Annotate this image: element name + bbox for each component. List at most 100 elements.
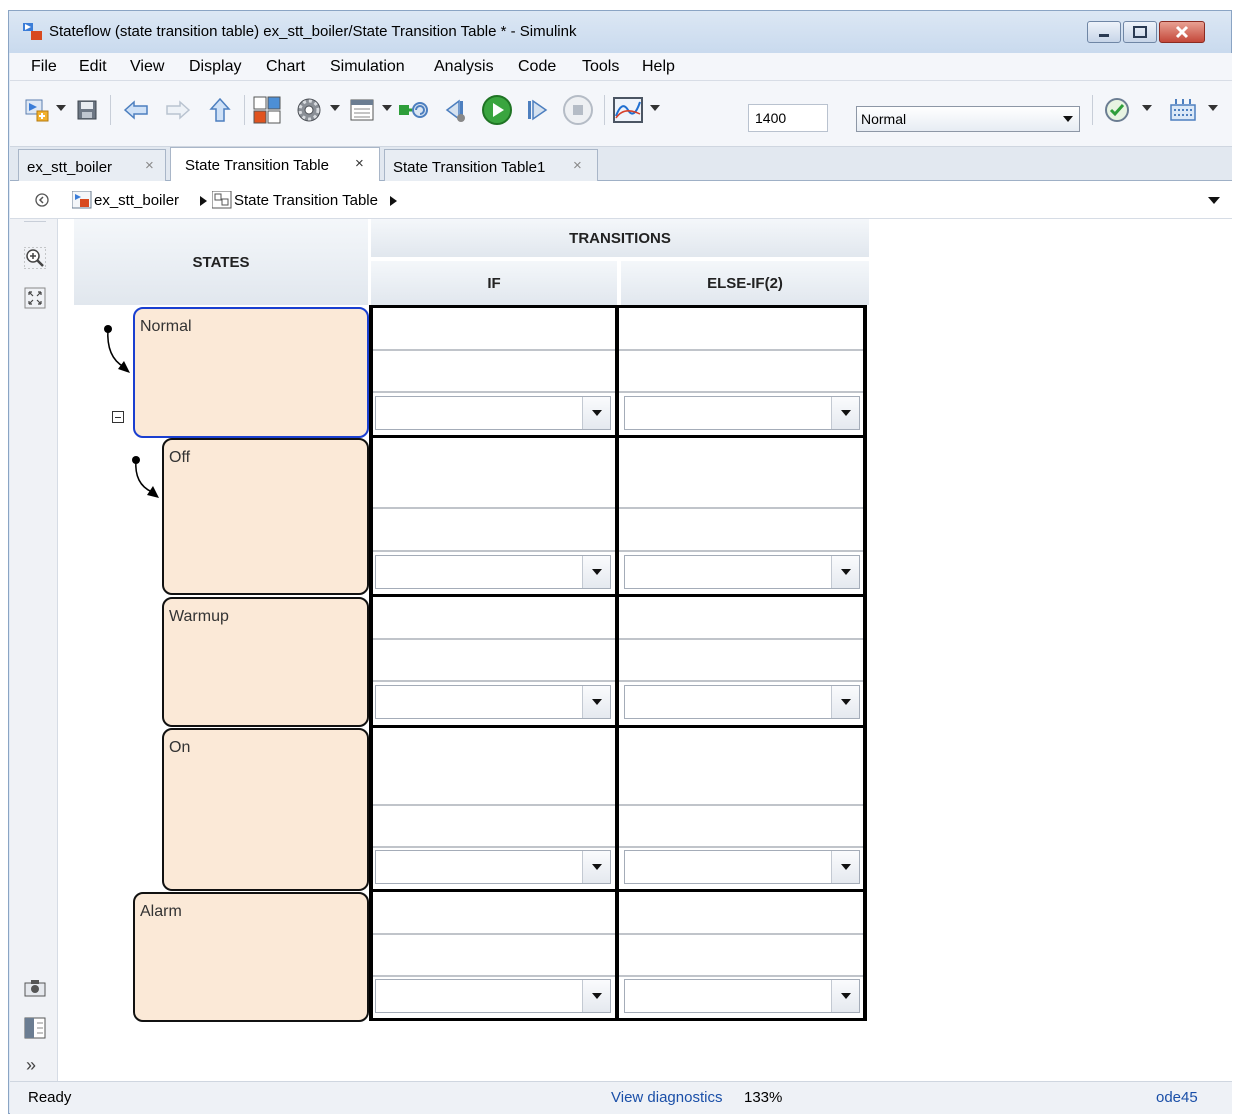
- apps-dropdown-icon[interactable]: [1208, 105, 1218, 111]
- table-border: [615, 305, 619, 1021]
- chevron-right-icon: [200, 196, 207, 206]
- table-border: [369, 305, 373, 1021]
- close-button[interactable]: [1159, 21, 1205, 43]
- maximize-button[interactable]: [1123, 21, 1157, 43]
- menu-edit[interactable]: Edit: [79, 58, 107, 76]
- fit-to-view-icon[interactable]: [24, 287, 46, 313]
- explorer-dropdown-icon[interactable]: [382, 105, 392, 111]
- close-icon[interactable]: ×: [355, 155, 364, 172]
- tab-label: State Transition Table1: [393, 159, 546, 176]
- stop-time-input[interactable]: 1400: [748, 104, 828, 132]
- if-destination-select[interactable]: [375, 555, 611, 589]
- run-icon[interactable]: [478, 93, 516, 127]
- state-normal[interactable]: Normal: [133, 307, 369, 438]
- state-alarm[interactable]: Alarm: [133, 892, 369, 1022]
- table-border: [371, 889, 867, 892]
- library-browser-icon[interactable]: [250, 93, 284, 127]
- chart-icon: [211, 190, 232, 213]
- menu-code[interactable]: Code: [518, 58, 556, 76]
- chevron-down-icon[interactable]: [1208, 197, 1220, 204]
- scope-icon[interactable]: [610, 93, 646, 127]
- title-bar: Stateflow (state transition table) ex_st…: [9, 11, 1231, 53]
- tab-state-transition-table[interactable]: State Transition Table ×: [170, 147, 380, 182]
- tab-label: ex_stt_boiler: [27, 159, 113, 176]
- check-dropdown-icon[interactable]: [1142, 105, 1152, 111]
- menu-file[interactable]: File: [31, 58, 57, 76]
- menu-view[interactable]: View: [130, 58, 164, 76]
- elseif-destination-select[interactable]: [624, 850, 860, 884]
- expand-palette-icon[interactable]: »: [26, 1055, 36, 1076]
- menu-display[interactable]: Display: [189, 58, 241, 76]
- tab-state-transition-table1[interactable]: State Transition Table1 ×: [384, 149, 598, 181]
- check-icon[interactable]: [1100, 93, 1134, 127]
- solver-link[interactable]: ode45: [1156, 1089, 1198, 1106]
- state-on[interactable]: On: [162, 728, 369, 891]
- menu-tools[interactable]: Tools: [582, 58, 619, 76]
- if-destination-select[interactable]: [375, 396, 611, 430]
- up-icon[interactable]: [202, 93, 238, 127]
- save-icon[interactable]: [72, 93, 102, 127]
- breadcrumb-item-model[interactable]: ex_stt_boiler: [94, 192, 179, 209]
- back-icon[interactable]: [118, 93, 154, 127]
- tab-ex-stt-boiler[interactable]: ex_stt_boiler ×: [18, 149, 166, 181]
- model-explorer-icon[interactable]: [346, 93, 378, 127]
- menu-help[interactable]: Help: [642, 58, 675, 76]
- menu-simulation[interactable]: Simulation: [330, 58, 405, 76]
- window-title: Stateflow (state transition table) ex_st…: [49, 23, 577, 40]
- states-header: STATES: [74, 219, 368, 305]
- menu-analysis[interactable]: Analysis: [434, 58, 494, 76]
- state-label: On: [169, 739, 191, 756]
- state-off[interactable]: Off: [162, 438, 369, 595]
- simulink-app-icon: [23, 23, 43, 41]
- new-model-icon[interactable]: [22, 93, 52, 127]
- zoom-level: 133%: [744, 1089, 783, 1106]
- chevron-down-icon: [582, 556, 610, 588]
- default-transition-arrow: [132, 456, 159, 498]
- model-browser-icon[interactable]: [24, 1017, 46, 1043]
- state-transition-table: STATES TRANSITIONS IF ELSE-IF(2) Normal …: [58, 219, 1232, 1081]
- default-transition-arrow: [104, 325, 130, 373]
- stop-icon[interactable]: [560, 93, 596, 127]
- if-column-header: IF: [371, 261, 617, 305]
- config-dropdown-icon[interactable]: [330, 105, 340, 111]
- zoom-icon[interactable]: [23, 246, 47, 273]
- chevron-down-icon: [831, 397, 859, 429]
- new-model-dropdown-icon[interactable]: [56, 105, 66, 111]
- if-destination-select[interactable]: [375, 850, 611, 884]
- table-border: [371, 594, 867, 597]
- breadcrumb-item-chart[interactable]: State Transition Table: [234, 192, 378, 209]
- elseif-destination-select[interactable]: [624, 685, 860, 719]
- close-icon[interactable]: ×: [145, 157, 154, 174]
- apps-icon[interactable]: [1166, 93, 1200, 127]
- minimize-button[interactable]: [1087, 21, 1121, 43]
- editor-tabs: ex_stt_boiler × State Transition Table ×…: [10, 147, 1232, 182]
- state-warmup[interactable]: Warmup: [162, 597, 369, 727]
- chevron-down-icon: [831, 556, 859, 588]
- build-icon[interactable]: [396, 93, 430, 127]
- model-config-icon[interactable]: [292, 93, 326, 127]
- state-label: Normal: [140, 318, 192, 335]
- elseif-destination-select[interactable]: [624, 396, 860, 430]
- close-icon[interactable]: ×: [573, 157, 582, 174]
- breadcrumb-bar: ex_stt_boiler State Transition Table: [10, 181, 1232, 219]
- if-destination-select[interactable]: [375, 979, 611, 1013]
- forward-icon[interactable]: [160, 93, 196, 127]
- simulation-mode-select[interactable]: Normal: [856, 106, 1080, 132]
- status-text: Ready: [28, 1089, 72, 1106]
- elseif-destination-select[interactable]: [624, 979, 860, 1013]
- menu-chart[interactable]: Chart: [266, 58, 305, 76]
- camera-icon[interactable]: [24, 979, 46, 1001]
- step-forward-icon[interactable]: [520, 93, 554, 127]
- collapse-icon[interactable]: [112, 411, 124, 423]
- if-destination-select[interactable]: [375, 685, 611, 719]
- step-back-icon[interactable]: [438, 93, 472, 127]
- hide-browser-icon[interactable]: [34, 192, 50, 212]
- chevron-down-icon: [831, 851, 859, 883]
- chevron-down-icon: [831, 686, 859, 718]
- chevron-down-icon: [582, 980, 610, 1012]
- elseif-destination-select[interactable]: [624, 555, 860, 589]
- view-diagnostics-link[interactable]: View diagnostics: [611, 1089, 722, 1106]
- status-bar: Ready View diagnostics 133% ode45: [10, 1081, 1232, 1114]
- scope-dropdown-icon[interactable]: [650, 105, 660, 111]
- table-border: [371, 725, 867, 728]
